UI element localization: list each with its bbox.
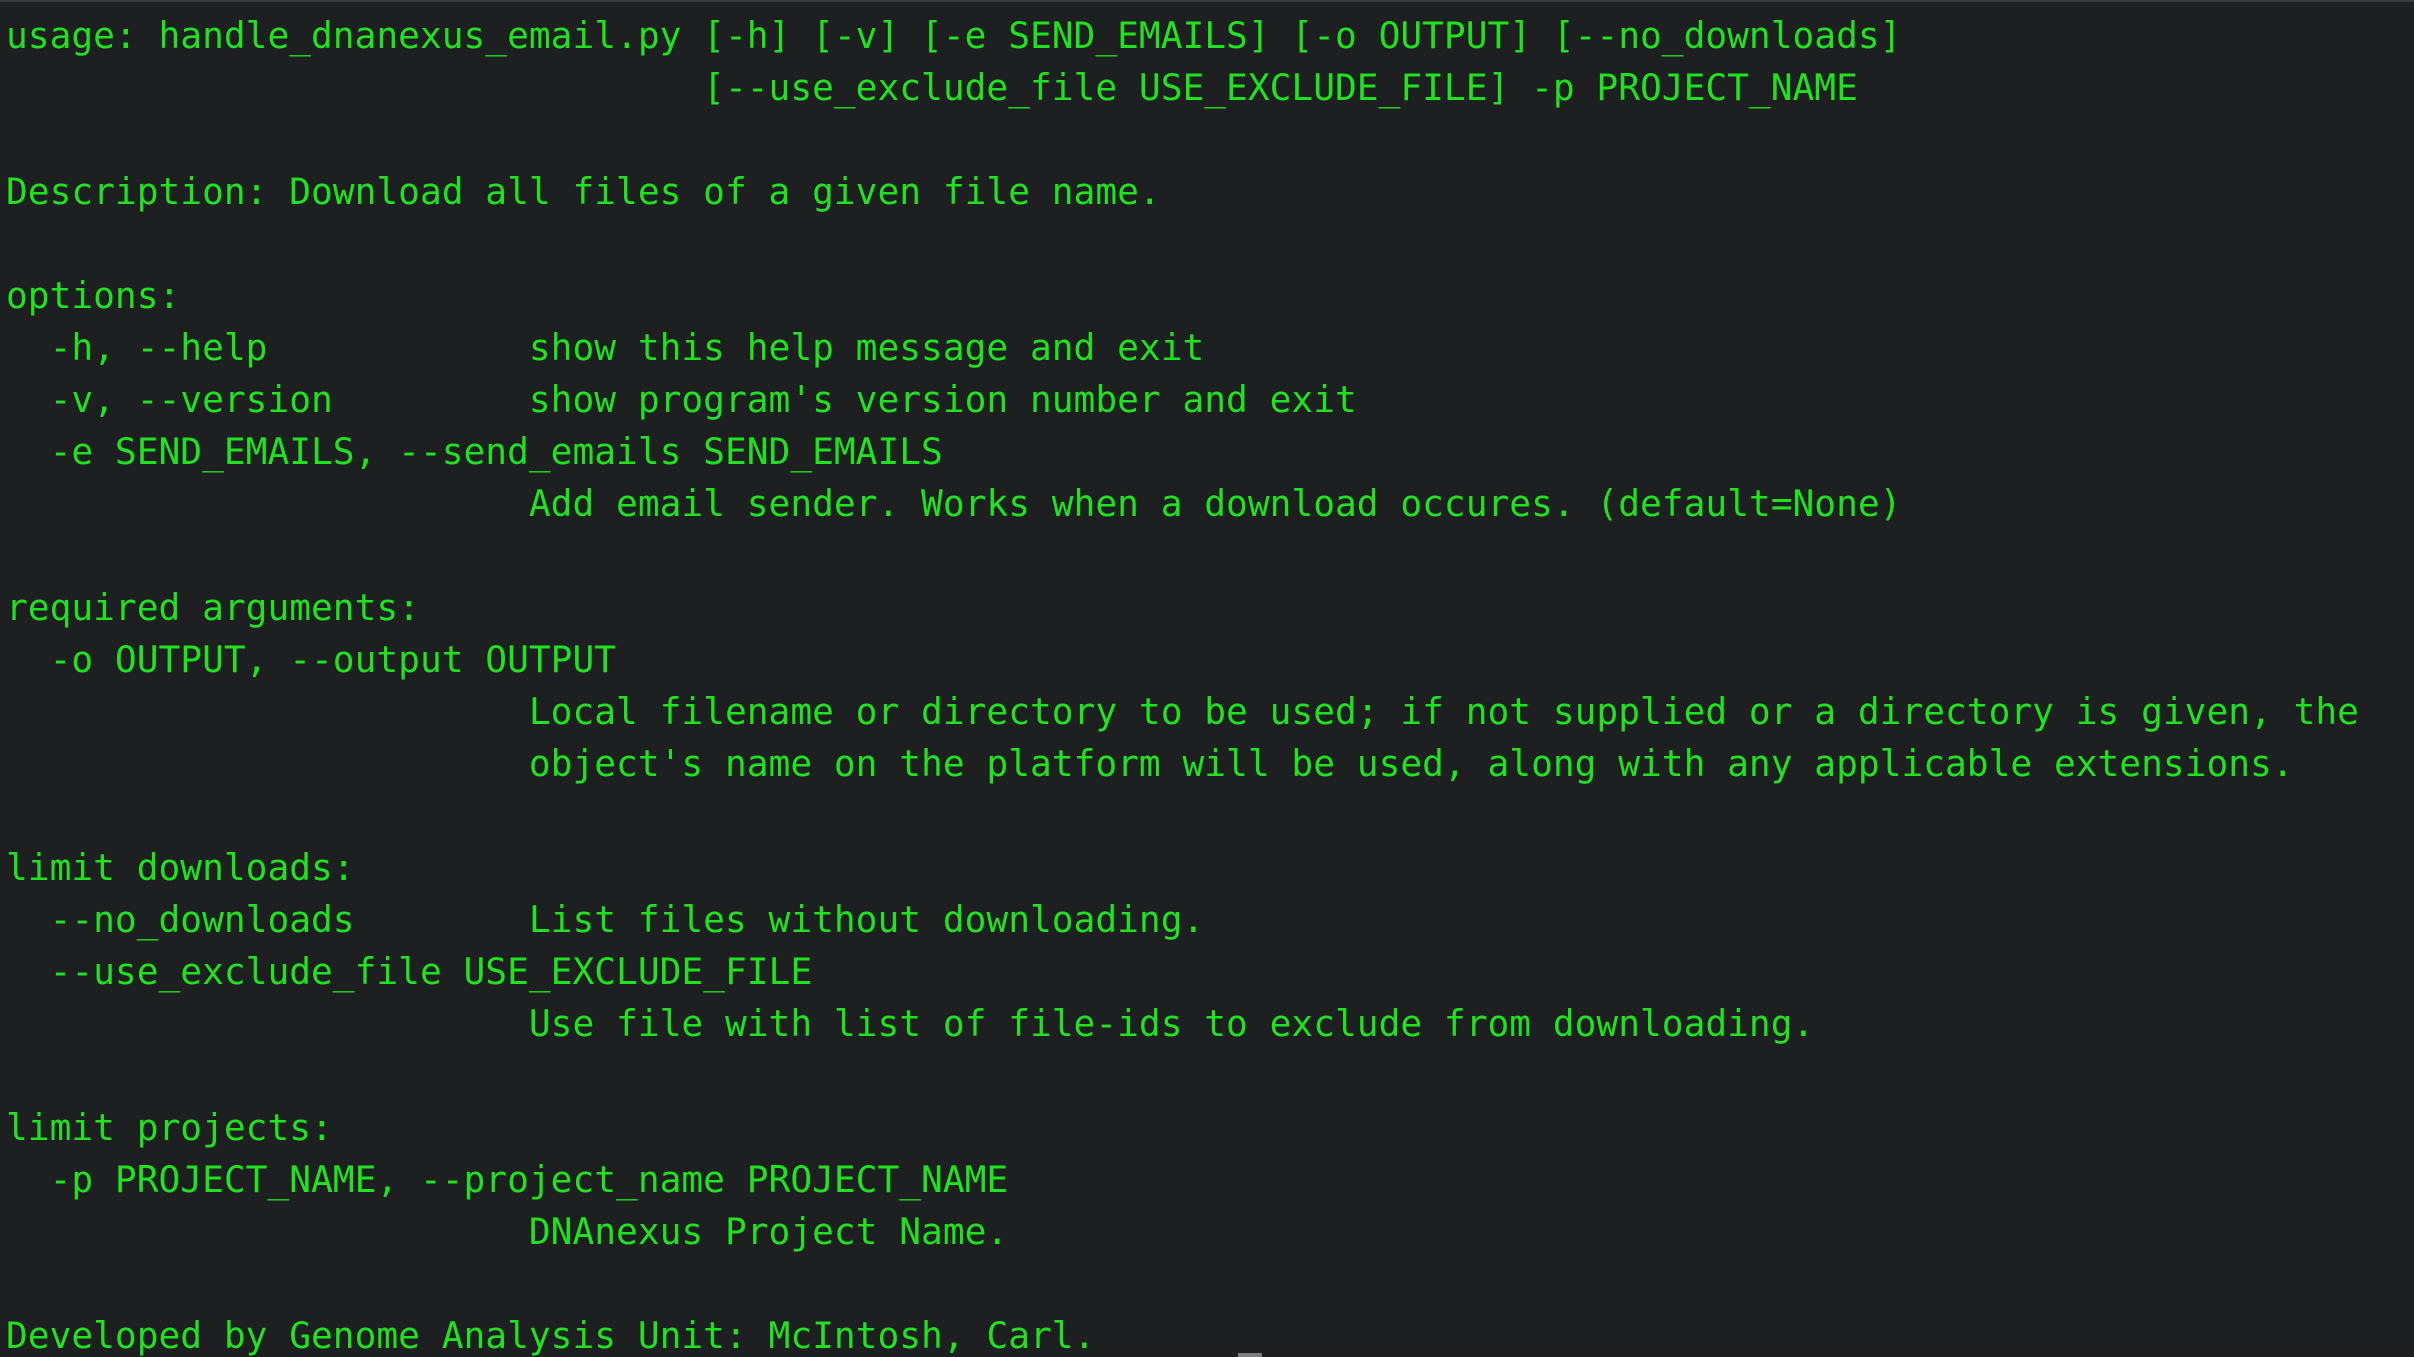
- description-line: Description: Download all files of a giv…: [6, 170, 1161, 213]
- option-output-description-continued: object's name on the platform will be us…: [6, 742, 2294, 785]
- option-output-description: Local filename or directory to be used; …: [6, 690, 2359, 733]
- required-arguments-heading: required arguments:: [6, 586, 420, 629]
- window-resize-handle[interactable]: [1238, 1353, 1262, 1357]
- option-use-exclude-file: --use_exclude_file USE_EXCLUDE_FILE: [6, 950, 813, 993]
- developer-credit-line: Developed by Genome Analysis Unit: McInt…: [6, 1314, 1096, 1357]
- option-project-name-description: DNAnexus Project Name.: [6, 1210, 1009, 1253]
- usage-line-continued: [--use_exclude_file USE_EXCLUDE_FILE] -p…: [6, 66, 1858, 109]
- option-project-name: -p PROJECT_NAME, --project_name PROJECT_…: [6, 1158, 1009, 1201]
- terminal-window[interactable]: usage: handle_dnanexus_email.py [-h] [-v…: [0, 0, 2414, 1357]
- option-version: -v, --version show program's version num…: [6, 378, 1357, 421]
- option-help: -h, --help show this help message and ex…: [6, 326, 1205, 369]
- terminal-output: usage: handle_dnanexus_email.py [-h] [-v…: [6, 10, 2414, 1357]
- option-send-emails: -e SEND_EMAILS, --send_emails SEND_EMAIL…: [6, 430, 943, 473]
- option-output: -o OUTPUT, --output OUTPUT: [6, 638, 617, 681]
- limit-projects-heading: limit projects:: [6, 1106, 333, 1149]
- limit-downloads-heading: limit downloads:: [6, 846, 355, 889]
- option-no-downloads: --no_downloads List files without downlo…: [6, 898, 1205, 941]
- option-send-emails-description: Add email sender. Works when a download …: [6, 482, 1902, 525]
- option-use-exclude-file-description: Use file with list of file-ids to exclud…: [6, 1002, 1815, 1045]
- options-heading: options:: [6, 274, 181, 317]
- usage-line: usage: handle_dnanexus_email.py [-h] [-v…: [6, 14, 1902, 57]
